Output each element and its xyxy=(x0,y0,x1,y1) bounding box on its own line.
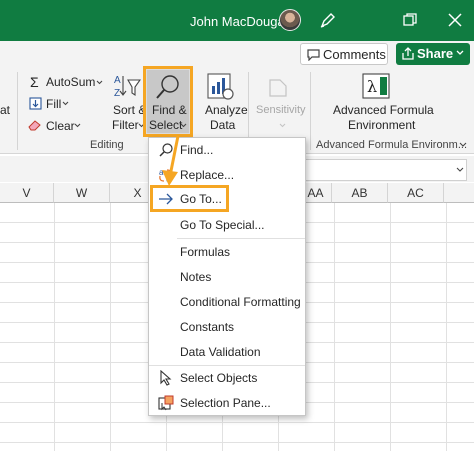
eraser-icon xyxy=(28,120,41,131)
column-header-v[interactable]: V xyxy=(0,183,54,203)
sensitivity-icon xyxy=(269,79,287,97)
fill-button[interactable]: Fill xyxy=(46,97,61,111)
svg-text:A: A xyxy=(114,75,121,86)
menu-item-data-validation[interactable]: Data Validation xyxy=(149,340,305,364)
restore-icon[interactable] xyxy=(402,12,418,28)
chevron-down-icon xyxy=(180,123,187,128)
avatar[interactable] xyxy=(279,9,301,31)
menu-item-selection-pane[interactable]: Selection Pane... xyxy=(149,391,305,415)
find-select-label-2: Select xyxy=(149,118,183,132)
menu-item-constants[interactable]: Constants xyxy=(149,315,305,339)
menu-item-label: Conditional Formatting xyxy=(180,295,301,309)
ribbon-divider xyxy=(17,72,18,150)
menu-item-label: Go To... xyxy=(180,192,222,206)
chevron-down-icon xyxy=(279,123,286,128)
menu-item-notes[interactable]: Notes xyxy=(149,265,305,289)
chevron-down-icon[interactable] xyxy=(456,167,464,173)
column-header-w[interactable]: W xyxy=(54,183,110,203)
menu-item-label: Data Validation xyxy=(180,345,261,359)
ribbon-divider xyxy=(310,72,311,150)
analyze-data-label-2[interactable]: Data xyxy=(210,118,235,132)
chevron-down-icon xyxy=(96,80,103,85)
share-icon xyxy=(402,47,414,60)
arrow-right-icon xyxy=(159,193,173,205)
sort-filter-label-2[interactable]: Filter xyxy=(112,118,139,132)
chevron-down-icon xyxy=(62,101,69,106)
menu-item-conditional-formatting[interactable]: Conditional Formatting xyxy=(149,290,305,314)
afe-label-2[interactable]: Environment xyxy=(348,118,415,132)
sensitivity-button[interactable]: Sensitivity xyxy=(256,104,306,116)
search-icon xyxy=(156,75,179,99)
editing-group-label: Editing xyxy=(90,139,124,151)
menu-item-label: Notes xyxy=(180,270,212,284)
fill-icon xyxy=(29,97,42,110)
lambda-icon: λ xyxy=(362,73,390,99)
autosum-button[interactable]: AutoSum xyxy=(46,75,95,89)
share-label: Share xyxy=(417,46,454,61)
menu-divider xyxy=(177,238,305,239)
menu-item-go-to[interactable]: Go To... xyxy=(149,187,305,211)
cursor-icon xyxy=(160,370,172,386)
close-icon[interactable] xyxy=(446,11,464,29)
user-name[interactable]: John MacDougall xyxy=(190,14,290,29)
chevron-down-icon xyxy=(74,123,81,128)
menu-item-go-to-special[interactable]: Go To Special... xyxy=(149,213,305,237)
ribbon-partial-label[interactable]: at xyxy=(0,103,10,117)
column-header-next[interactable] xyxy=(444,183,474,203)
menu-item-label: Formulas xyxy=(180,245,231,259)
analyze-data-icon xyxy=(207,73,234,100)
menu-item-formulas[interactable]: Formulas xyxy=(149,240,305,264)
svg-text:Z: Z xyxy=(114,88,120,99)
menu-item-label: Replace... xyxy=(180,168,235,182)
share-button[interactable]: Share xyxy=(396,43,470,65)
selection-pane-icon xyxy=(158,395,174,411)
menu-item-label: Selection Pane... xyxy=(180,396,271,410)
chevron-down-icon xyxy=(456,50,464,55)
pen-icon[interactable] xyxy=(318,10,338,30)
sigma-icon: Σ xyxy=(30,74,39,90)
analyze-data-label-1[interactable]: Analyze xyxy=(205,103,248,117)
menu-item-select-objects[interactable]: Select Objects xyxy=(149,366,305,390)
comments-label: Comments xyxy=(323,47,386,62)
find-select-label-1: Find & xyxy=(152,103,187,117)
chevron-down-icon[interactable] xyxy=(459,142,467,148)
column-header-ac[interactable]: AC xyxy=(388,183,444,203)
sort-filter-icon: A Z xyxy=(114,75,141,99)
clear-button[interactable]: Clear xyxy=(46,119,75,133)
annotation-arrow xyxy=(162,135,180,186)
svg-text:λ: λ xyxy=(367,77,377,96)
comment-icon xyxy=(307,49,320,61)
afe-label-1[interactable]: Advanced Formula xyxy=(333,103,434,117)
column-header-ab[interactable]: AB xyxy=(332,183,388,203)
menu-item-label: Go To Special... xyxy=(180,218,265,232)
menu-item-label: Constants xyxy=(180,320,235,334)
menu-item-label: Select Objects xyxy=(180,371,258,385)
afe-group-label: Advanced Formula Environm... xyxy=(316,139,468,151)
comments-button[interactable]: Comments xyxy=(300,43,388,65)
sort-filter-label-1[interactable]: Sort & xyxy=(113,103,146,117)
